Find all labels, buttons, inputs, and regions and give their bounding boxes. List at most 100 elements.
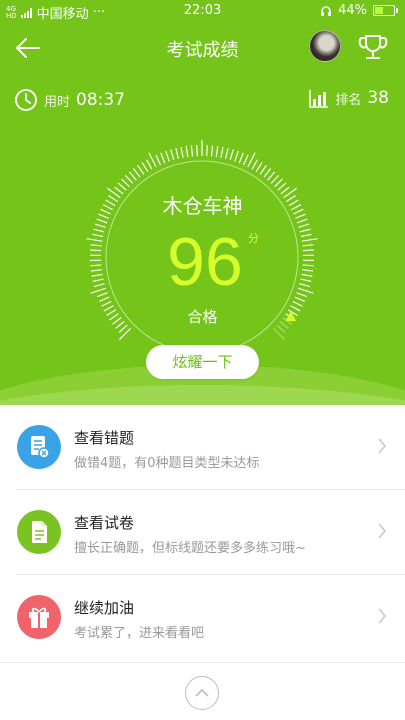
list-item-paper[interactable]: 查看试卷 擅长正确题，但标线题还要多多练习哦~ <box>0 490 405 574</box>
gauge-tick <box>170 149 175 161</box>
share-button[interactable]: 炫耀一下 <box>146 345 259 379</box>
list-item-title: 查看错题 <box>74 429 135 447</box>
time-value: 08:37 <box>76 90 126 110</box>
list-item-title: 继续加油 <box>74 599 135 617</box>
scroll-up-button[interactable] <box>185 676 219 710</box>
stats-row: 用时 08:37 排名 38 <box>0 88 405 114</box>
rank-label: 排名 <box>335 92 362 108</box>
list-item-wrong-questions[interactable]: 查看错题 做错4题，有0种题目类型未达标 <box>0 405 405 489</box>
gauge-tick <box>224 147 229 159</box>
gauge-tick <box>270 174 280 184</box>
battery-fill <box>375 7 383 14</box>
user-title: 木仓车神 <box>162 194 243 218</box>
status-right: 44% <box>320 3 398 18</box>
gauge-tick <box>298 223 310 228</box>
gauge-tick <box>297 287 314 294</box>
gauge-tick <box>155 154 161 166</box>
gauge-tick <box>93 283 105 288</box>
gauge-tick <box>296 218 308 224</box>
gauge-tick <box>180 146 184 158</box>
gauge-tick <box>190 145 194 157</box>
gauge-tick <box>98 296 110 303</box>
gauge-tick <box>128 171 137 181</box>
gauge-tick <box>145 159 153 170</box>
gauge-tick <box>296 292 307 298</box>
gauge-tick <box>97 292 108 298</box>
gauge-tick <box>255 162 263 173</box>
gauge-tick <box>90 269 102 272</box>
clock-icon <box>15 89 37 111</box>
gauge-tick <box>302 249 314 252</box>
rank-value: 38 <box>367 88 389 108</box>
gauge-tick <box>137 165 145 175</box>
gauge-tick <box>92 278 104 283</box>
chevron-right-icon <box>378 438 386 454</box>
page-title: 考试成绩 <box>166 40 239 61</box>
battery-percent: 44% <box>338 3 367 18</box>
gauge-tick <box>301 238 318 242</box>
gauge-tick <box>251 159 259 170</box>
gauge-tick <box>259 165 267 175</box>
gauge-tick <box>90 287 107 294</box>
gauge-tick <box>302 264 314 267</box>
gauge-tick <box>299 228 311 233</box>
gauge-tick <box>93 228 105 233</box>
nav-bar: 考试成绩 <box>0 26 405 70</box>
avatar[interactable] <box>309 30 341 62</box>
battery-icon <box>373 5 398 16</box>
gauge-tick <box>90 244 102 247</box>
gauge-tick <box>302 269 314 272</box>
time-stat: 用时 08:37 <box>14 88 125 112</box>
gauge-tick <box>132 168 141 178</box>
gauge-tick <box>175 147 180 159</box>
list-item-subtitle: 做错4题，有0种题目类型未达标 <box>74 456 260 471</box>
gauge-tick <box>229 149 234 161</box>
gauge-tick <box>302 244 314 247</box>
gauge-tick <box>141 162 149 173</box>
bar-chart-icon <box>309 90 329 108</box>
chevron-right-icon <box>378 608 386 624</box>
gauge-tick <box>124 174 134 184</box>
gauge-tick <box>215 146 219 158</box>
gauge-tick <box>243 154 249 166</box>
list-item-subtitle: 考试累了，进来看看吧 <box>74 626 205 641</box>
gauge-tick <box>238 152 244 164</box>
gauge-tick <box>92 233 104 238</box>
list-item-subtitle: 擅长正确题，但标线题还要多多练习哦~ <box>74 541 306 556</box>
gauge-tick <box>263 168 272 178</box>
trophy-icon[interactable] <box>356 30 390 64</box>
score-value: 96 <box>167 224 243 300</box>
paper-icon <box>17 510 61 554</box>
gauge-tick <box>299 283 311 288</box>
gauge-tick <box>196 145 198 157</box>
gauge-tick <box>301 273 313 277</box>
gauge-tick <box>160 152 166 164</box>
gauge-tick <box>90 249 102 252</box>
wrong-questions-icon <box>17 425 61 469</box>
gauge-tick <box>234 150 239 162</box>
gauge-tick <box>274 178 283 188</box>
gauge-tick <box>121 178 130 188</box>
result-level: 合格 <box>187 308 218 326</box>
bottom-bar <box>0 662 405 720</box>
list-item-title: 查看试卷 <box>74 514 135 532</box>
list-item-keep-going[interactable]: 继续加油 考试累了，进来看看吧 <box>0 575 405 659</box>
gauge-tick <box>96 218 108 224</box>
chevron-right-icon <box>378 523 386 539</box>
gauge-tick <box>220 146 224 158</box>
gauge-tick <box>210 145 214 157</box>
gauge-tick <box>300 278 312 283</box>
status-bar: 4G HD 中国移动 ··· 22:03 44% <box>0 0 405 22</box>
score-unit: 分 <box>248 232 259 245</box>
headset-icon <box>321 5 332 16</box>
rank-stat: 排名 38 <box>309 88 389 108</box>
gauge-tick <box>86 238 103 242</box>
gauge-tick <box>90 264 102 267</box>
gauge-tick <box>185 146 189 158</box>
time-label: 用时 <box>44 94 71 110</box>
gauge-tick <box>300 233 312 238</box>
gauge-tick <box>294 296 306 303</box>
chevron-up-icon <box>195 688 209 697</box>
gauge-tick <box>267 171 276 181</box>
gauge-tick <box>91 273 103 277</box>
